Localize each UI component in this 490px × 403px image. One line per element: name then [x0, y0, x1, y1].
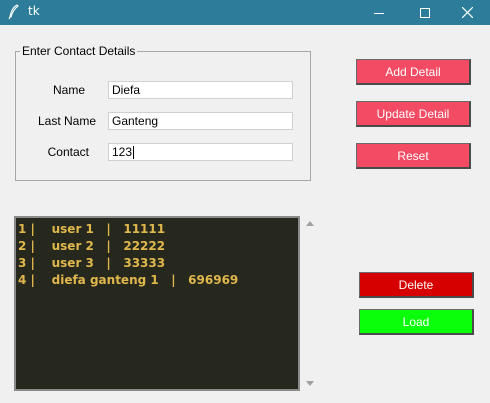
- feather-icon: [8, 4, 20, 20]
- list-item[interactable]: 3 | user 3 | 33333: [18, 255, 298, 272]
- text-cursor: [133, 146, 135, 160]
- contact-label: Contact: [47, 145, 89, 159]
- update-detail-button[interactable]: Update Detail: [356, 101, 471, 127]
- contact-field[interactable]: 123: [108, 143, 293, 161]
- list-item[interactable]: 1 | user 1 | 11111: [18, 221, 298, 238]
- scroll-down-arrow-icon[interactable]: [306, 381, 314, 386]
- title-bar: tk: [0, 0, 490, 25]
- close-button[interactable]: [444, 0, 490, 25]
- maximize-icon: [420, 7, 430, 18]
- lastname-label: Last Name: [37, 114, 96, 128]
- delete-button[interactable]: Delete: [359, 272, 474, 298]
- list-item[interactable]: 2 | user 2 | 22222: [18, 238, 298, 255]
- contact-value: 123: [112, 145, 133, 159]
- load-button[interactable]: Load: [359, 309, 474, 335]
- scroll-up-arrow-icon[interactable]: [306, 221, 314, 226]
- lastname-field[interactable]: Ganteng: [108, 112, 293, 130]
- name-field[interactable]: Diefa: [108, 81, 293, 99]
- listbox-scrollbar[interactable]: [303, 216, 317, 391]
- contact-listbox[interactable]: 1 | user 1 | 11111 2 | user 2 | 22222 3 …: [14, 216, 300, 391]
- window-title: tk: [28, 4, 40, 18]
- group-legend: Enter Contact Details: [22, 44, 136, 58]
- name-label: Name: [52, 83, 85, 97]
- minimize-button[interactable]: [356, 0, 402, 25]
- add-detail-button[interactable]: Add Detail: [356, 59, 471, 85]
- reset-button[interactable]: Reset: [356, 143, 471, 169]
- minimize-icon: [374, 12, 384, 14]
- close-icon: [461, 7, 473, 18]
- list-item[interactable]: 4 | diefa ganteng 1 | 696969: [18, 272, 298, 289]
- maximize-button[interactable]: [402, 0, 448, 25]
